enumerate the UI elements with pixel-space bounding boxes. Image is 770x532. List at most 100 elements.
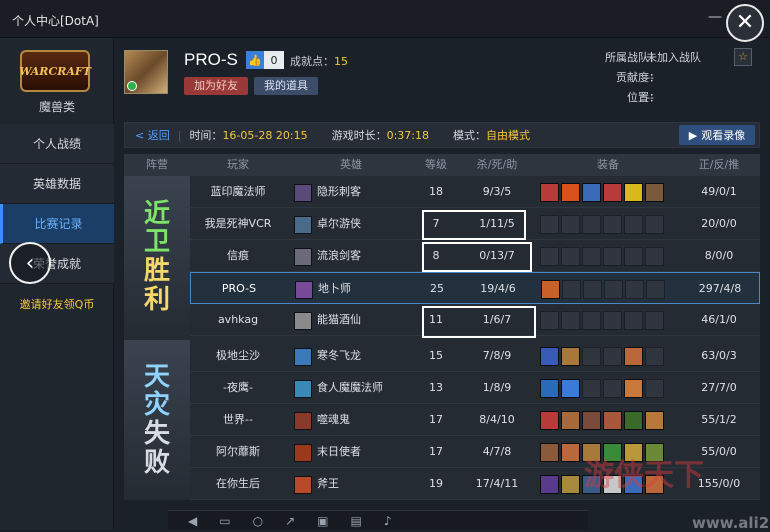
my-items-button[interactable]: 我的道具 xyxy=(254,77,318,95)
mode-label: 模式： xyxy=(452,129,486,142)
achievement-value: 15 xyxy=(334,55,348,68)
title-bar: 个人中心[DotA] — ✕ xyxy=(0,0,770,42)
item-slot-icon xyxy=(561,475,580,494)
kda-cell: 1/8/9 xyxy=(482,381,512,394)
item-slot-icon xyxy=(624,347,643,366)
file-icon[interactable]: ▤ xyxy=(350,514,361,528)
item-slot-icon xyxy=(561,183,580,202)
level-cell: 17 xyxy=(429,413,443,426)
sidebar-item-stats[interactable]: 个人战绩 xyxy=(0,124,114,164)
col-kda: 杀/死/助 xyxy=(476,158,518,171)
hero-name-cell: 噬魂鬼 xyxy=(317,413,350,426)
hero-portrait-icon xyxy=(294,248,312,266)
play-icon: ▶ xyxy=(688,128,698,142)
equipment-slots xyxy=(541,280,665,299)
share-icon[interactable]: ↗ xyxy=(285,514,295,528)
col-level: 等级 xyxy=(425,158,447,171)
item-slot-icon xyxy=(561,311,580,330)
player-name-cell[interactable]: 我是死神VCR xyxy=(190,208,286,240)
kda-cell: 19/4/6 xyxy=(480,282,516,295)
player-name-cell[interactable]: 信痕 xyxy=(190,240,286,272)
position-value: -- xyxy=(646,91,654,104)
table-row[interactable]: -夜鹰- 食人魔魔法师 13 1/8/9 27/7/0 xyxy=(190,372,760,404)
item-slot-icon xyxy=(540,411,559,430)
watch-replay-button[interactable]: ▶ 观看录像 xyxy=(679,125,755,145)
item-slot-icon xyxy=(603,411,622,430)
item-slot-icon xyxy=(540,347,559,366)
equipment-slots xyxy=(540,379,664,398)
player-name-cell[interactable]: avhkag xyxy=(190,304,286,336)
player-name-cell[interactable]: 阿尔蘼斯 xyxy=(190,436,286,468)
item-slot-icon xyxy=(582,215,601,234)
cs-cell: 46/1/0 xyxy=(701,313,737,326)
time-label: 时间： xyxy=(189,129,223,142)
hero-portrait-icon xyxy=(294,348,312,366)
close-icon[interactable]: ✕ xyxy=(726,4,764,42)
player-name-cell[interactable]: PRO-S xyxy=(191,273,287,305)
achievement-points: 成就点：15 xyxy=(290,53,348,69)
table-header: 阵营 玩家 英雄 等级 杀/死/助 装备 正/反/推 xyxy=(124,154,760,176)
back-arrow-icon[interactable]: ‹ xyxy=(9,242,51,284)
item-slot-icon xyxy=(603,215,622,234)
camp-char: 利 xyxy=(143,284,170,315)
team-value: 未加入战队 xyxy=(646,51,701,64)
kda-cell: 8/4/10 xyxy=(479,413,515,426)
sidebar-item-match-history[interactable]: 比赛记录 xyxy=(0,204,114,244)
table-row[interactable]: 世界-- 噬魂鬼 17 8/4/10 55/1/2 xyxy=(190,404,760,436)
sidebar: WARCRAFT 魔兽类 个人战绩 英雄数据 比赛记录 荣誉成就 邀请好友领Q币 xyxy=(0,38,114,530)
item-slot-icon xyxy=(540,379,559,398)
cs-cell: 297/4/8 xyxy=(698,282,742,295)
music-icon[interactable]: ♪ xyxy=(384,514,392,528)
item-slot-icon xyxy=(645,411,664,430)
equipment-slots xyxy=(540,183,664,202)
table-row[interactable]: 蓝印魔法师 隐形刺客 18 9/3/5 49/0/1 xyxy=(190,176,760,208)
player-name-cell[interactable]: 世界-- xyxy=(190,404,286,436)
level-cell: 15 xyxy=(429,349,443,362)
item-slot-icon xyxy=(645,215,664,234)
item-slot-icon xyxy=(540,247,559,266)
watermark-site: www.ali213.net xyxy=(692,514,770,532)
col-player: 玩家 xyxy=(227,158,249,171)
table-row[interactable]: 极地尘沙 寒冬飞龙 15 7/8/9 63/0/3 xyxy=(190,340,760,372)
player-name-cell[interactable]: 在你生后 xyxy=(190,468,286,500)
player-name: PRO-S xyxy=(184,50,238,69)
kda-cell: 4/7/8 xyxy=(482,445,512,458)
hero-portrait-icon xyxy=(294,312,312,330)
sidebar-item-hero-data[interactable]: 英雄数据 xyxy=(0,164,114,204)
player-name-cell[interactable]: -夜鹰- xyxy=(190,372,286,404)
kda-cell: 17/4/11 xyxy=(475,477,519,490)
highlight-box xyxy=(422,242,532,272)
item-slot-icon xyxy=(645,379,664,398)
save-icon[interactable]: ▣ xyxy=(317,514,328,528)
main-panel: PRO-S 👍 0 成就点：15 加为好友 我的道具 所属战队： 贡献度： 位置… xyxy=(114,38,770,532)
minimize-icon[interactable]: — xyxy=(708,9,722,25)
game-name: 魔兽类 xyxy=(38,100,75,114)
match-mode: 自由模式 xyxy=(485,129,530,142)
like-button[interactable]: 👍 0 xyxy=(246,51,284,69)
invite-friends-link[interactable]: 邀请好友领Q币 xyxy=(0,296,114,312)
back-link[interactable]: < 返回 xyxy=(135,127,170,143)
equipment-slots xyxy=(540,411,664,430)
match-duration: 0:37:18 xyxy=(386,128,429,142)
player-name-cell[interactable]: 蓝印魔法师 xyxy=(190,176,286,208)
item-slot-icon xyxy=(540,443,559,462)
add-friend-button[interactable]: 加为好友 xyxy=(184,77,248,95)
favorite-star-icon[interactable]: ☆ xyxy=(734,48,752,66)
item-slot-icon xyxy=(603,247,622,266)
highlight-box xyxy=(422,210,526,240)
item-slot-icon xyxy=(561,411,580,430)
match-info-bar: < 返回 | 时间： 16-05-28 20:15 游戏时长： 0:37:18 … xyxy=(124,122,760,148)
prev-icon[interactable]: ◀ xyxy=(188,514,197,528)
sentinel-win-badge: 近 卫 胜 利 xyxy=(124,176,190,338)
cs-cell: 55/1/2 xyxy=(701,413,737,426)
table-row[interactable]: PRO-S 地卜师 25 19/4/6 297/4/8 xyxy=(190,272,760,304)
window-icon[interactable]: ▭ xyxy=(219,514,230,528)
circle-icon[interactable]: ○ xyxy=(253,514,263,528)
item-slot-icon xyxy=(645,311,664,330)
item-slot-icon xyxy=(624,183,643,202)
contribution-value: -- xyxy=(646,71,654,84)
thumbs-up-icon: 👍 xyxy=(246,51,264,69)
player-name-cell[interactable]: 极地尘沙 xyxy=(190,340,286,372)
cs-cell: 49/0/1 xyxy=(701,185,737,198)
hero-portrait-icon xyxy=(294,444,312,462)
